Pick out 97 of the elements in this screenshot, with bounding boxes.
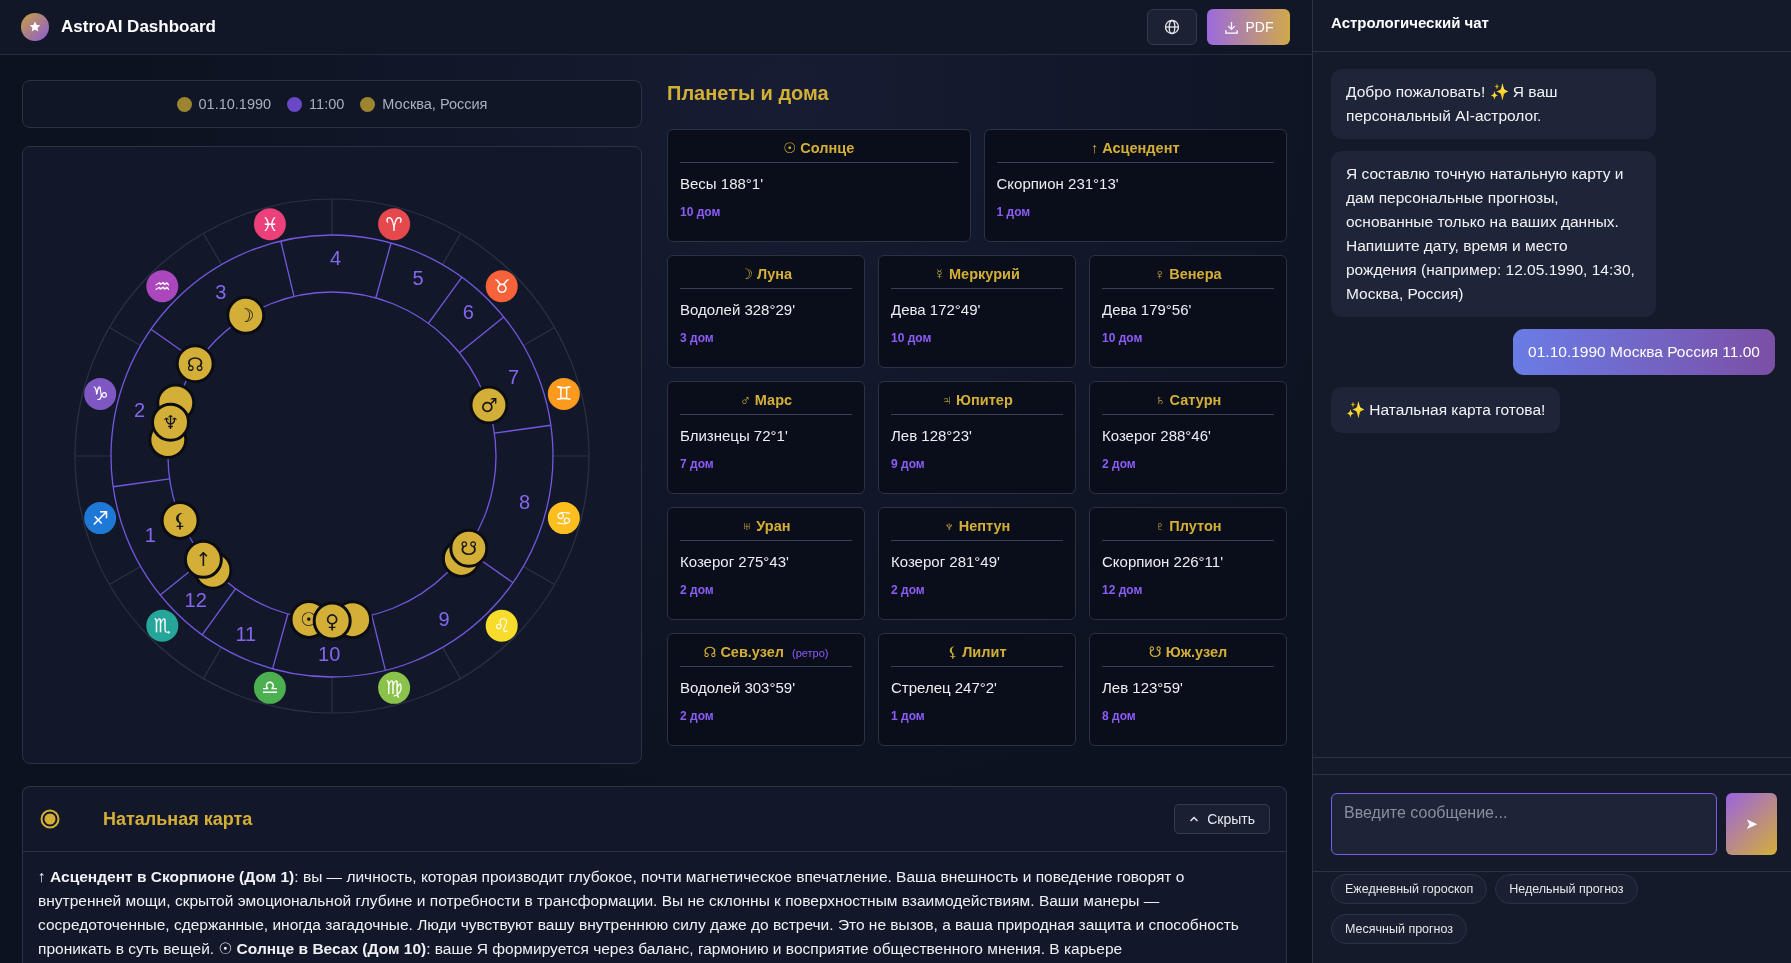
planet-marker: ♂ [469,385,509,425]
planet-house: 2 дом [1102,457,1137,471]
user-message: 01.10.1990 Москва Россия 11.00 [1513,329,1775,375]
planet-name: ☽ Луна [739,266,793,282]
planet-name: ♆ Нептун [943,518,1011,534]
retro-tag: (ретро) [792,647,829,659]
planet-name: ☊ Сев.узел [703,644,785,660]
planet-name: ♃ Юпитер [941,392,1013,408]
house-number: 11 [235,623,257,646]
planet-house: 10 дом [1102,331,1144,345]
house-number: 7 [508,366,520,389]
house-number: 12 [184,588,207,611]
natal-title: Натальная карта [103,808,253,830]
planet-position: Козерог 288°46' [1102,427,1212,444]
planet-name: ☋ Юж.узел [1148,644,1228,660]
quick-action-chip[interactable]: Недельный прогноз [1495,874,1638,904]
natal-description: ↑ Асцендент в Скорпионе (Дом 1): вы — личность, которая производит глубокое, почти магнетическое впечатление. Ваша внешность и поведение говорят о внутренней мощи, скрытой эмоциональной глубине и потребности в трансформации. Вы не склонны к поверхностным взаимодействиям. Ваши манеры — сосредоточенные, сдержанные, иногда загадочные. Люди чувствуют вашу внутреннюю силу даже до встречи. Это не вызов, а ваша природная защита и способность проникать в суть вещей. ☉ Солнце в Весах (Дом 10): ваше Я формируется через баланс, гармонию и восприятие общественного мнения. В карьере [38,867,1240,959]
planet-name: ♅ Уран [741,518,791,534]
planet-name: ♇ Плутон [1154,518,1222,534]
bot-message: ✨ Натальная карта готова! [1331,387,1561,433]
house-number: 6 [462,301,474,324]
planet-house: 3 дом [680,331,715,345]
planet-position: Стрелец 247°2' [891,679,998,696]
globe-icon [1164,19,1180,35]
planet-marker: ☋ [449,528,489,568]
birth-detail: 01.10.1990 [198,96,272,112]
planet-house: 1 дом [891,709,926,723]
bot-message: Я составлю точную натальную карту и дам персональные прогнозы, основанные только на ваших данных. Напишите дату, время и место рождения (например: 12.05.1990, 14:30, Москва, Россия) [1331,151,1656,317]
sign-glyph: ♉ [493,274,511,297]
house-number: 1 [144,523,156,546]
planet-marker: ☽ [226,295,266,335]
planet-name: ♄ Сатурн [1154,392,1222,408]
planet-position: Лев 128°23' [891,427,973,444]
house-number: 8 [518,491,531,514]
sign-glyph: ♌ [493,614,511,637]
section-title: Планеты и дома [667,82,830,106]
planet-position: Водолей 328°29' [680,301,796,318]
house-number: 10 [318,643,341,665]
planet-house: 2 дом [891,583,926,597]
house-number: 9 [438,608,450,631]
sign-glyph: ♊ [555,382,573,405]
quick-action-chip[interactable]: Месячный прогноз [1331,914,1468,944]
planet-marker: ⚸ [160,500,200,540]
planet-position: Лев 123°59' [1102,679,1184,696]
planet-marker: ↑ [183,539,223,579]
planet-position: Дева 172°49' [891,301,982,318]
message-input[interactable]: Введите сообщение... [1331,793,1717,855]
planet-name: ♂ Марс [739,392,793,408]
sign-glyph: ♓ [261,212,279,235]
sign-glyph: ♐ [91,506,109,529]
sign-glyph: ♍ [385,676,403,699]
birth-detail: Москва, Россия [382,96,488,112]
planet-position: Скорпион 231°13' [996,175,1120,192]
logo-icon [21,13,49,41]
bot-message: Добро пожаловать! ✨ Я ваш персональный AI-астролог. [1331,69,1656,139]
planet-position: Весы 188°1' [680,175,765,192]
house-number: 2 [133,398,146,421]
planet-house: 1 дом [996,205,1032,219]
sign-glyph: ♋ [555,506,573,529]
planet-position: Козерог 275°43' [680,553,790,570]
planet-house: 9 дом [891,457,926,471]
download-icon [1223,19,1239,35]
planet-position: Скорпион 226°11' [1102,553,1224,570]
sign-glyph: ♏ [153,614,171,637]
app-title: AstroAI Dashboard [61,17,216,37]
house-number: 5 [412,266,424,289]
sun-ring-icon [40,809,60,829]
chat-title: Астрологический чат [1313,0,1791,52]
planet-house: 12 дом [1102,583,1144,597]
planet-house: 10 дом [891,331,933,345]
planet-house: 2 дом [680,709,715,723]
planet-name: ♀ Венера [1154,266,1222,282]
planet-position: Козерог 281°49' [891,553,1001,570]
planet-name: ⚸ Лилит [947,644,1007,660]
quick-action-chip[interactable]: Ежедневный гороскоп [1331,874,1488,904]
planet-house: 8 дом [1102,709,1137,723]
planet-position: Близнецы 72°1' [680,427,789,444]
planet-position: Водолей 303°59' [680,679,796,696]
birth-detail: 11:00 [309,96,345,112]
planet-house: 10 дом [680,205,722,219]
planet-marker: ♆ [151,402,190,442]
planet-marker: ☊ [175,344,215,384]
sign-glyph: ♒ [153,274,171,297]
sign-glyph: ♑ [91,382,109,405]
hide-button[interactable]: Скрыть [1174,804,1270,834]
caret-icon [1189,815,1200,823]
sign-glyph: ♈ [385,212,403,235]
planet-name: ☿ Меркурий [934,266,1020,282]
planet-house: 2 дом [680,583,715,597]
planet-position: Дева 179°56' [1102,301,1193,318]
language-button[interactable] [1147,9,1197,45]
house-number: 4 [330,247,342,270]
planet-name: ↑ Асцендент [1091,140,1180,156]
planet-house: 7 дом [680,457,715,471]
planet-name: ☉ Солнце [783,140,855,156]
sign-glyph: ♎ [261,676,279,699]
house-number: 3 [215,281,227,304]
